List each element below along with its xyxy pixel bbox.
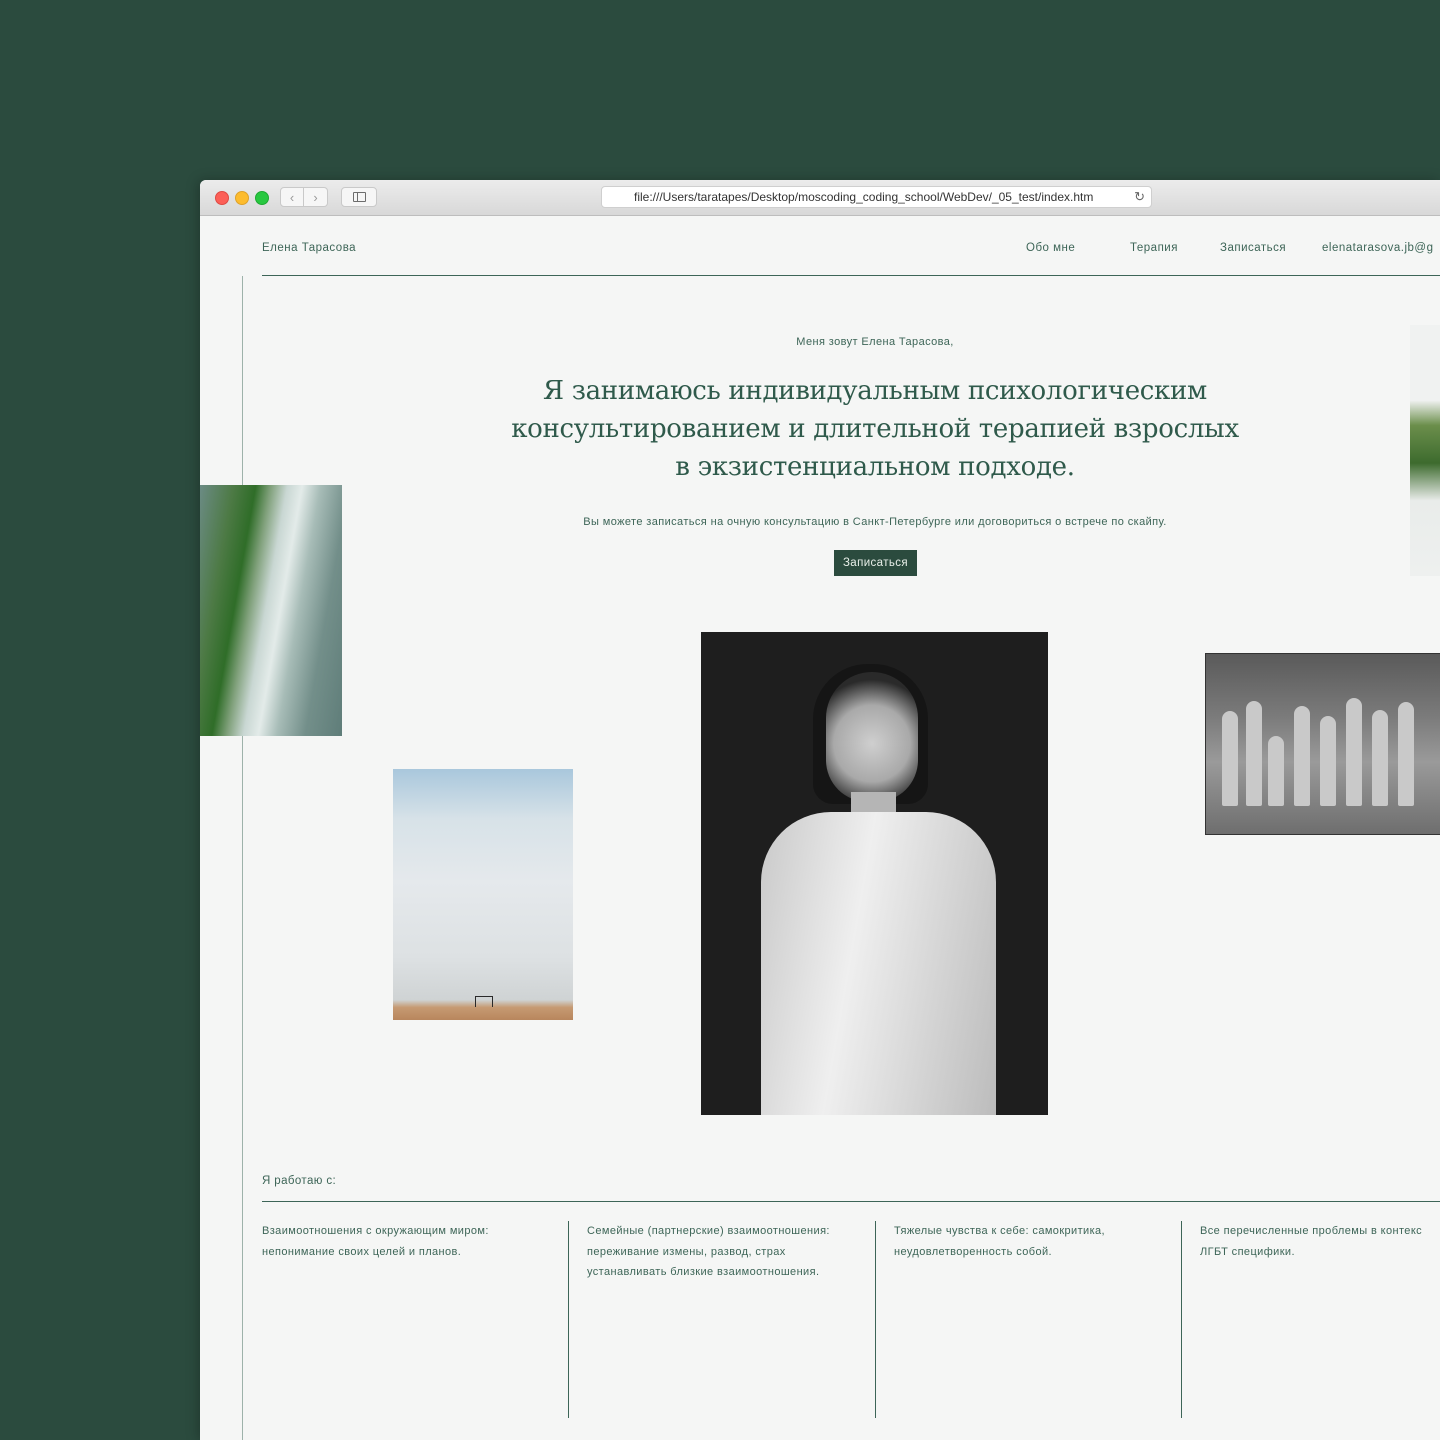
family-photo xyxy=(1205,653,1440,835)
close-window-button[interactable] xyxy=(215,191,229,205)
left-guide-line xyxy=(242,276,243,1440)
chevron-right-icon: › xyxy=(313,189,318,205)
zoom-window-button[interactable] xyxy=(255,191,269,205)
address-bar[interactable]: file:///Users/taratapes/Desktop/moscodin… xyxy=(601,186,1152,208)
family-figure xyxy=(1268,736,1284,806)
column-divider xyxy=(875,1221,876,1418)
header-divider xyxy=(262,275,1440,276)
column-divider xyxy=(568,1221,569,1418)
family-figure xyxy=(1320,716,1336,806)
works-column: Семейные (партнерские) взаимоотношения: … xyxy=(587,1221,857,1283)
browser-titlebar: ‹ › file:///Users/taratapes/Desktop/mosc… xyxy=(200,180,1440,216)
browser-window: ‹ › file:///Users/taratapes/Desktop/mosc… xyxy=(200,180,1440,1440)
works-line-text: Все перечисленные проблемы в контекс xyxy=(1200,1225,1423,1237)
sidebar-toggle-button[interactable] xyxy=(341,187,377,207)
hero-subtext: Вы можете записаться на очную консультац… xyxy=(583,516,1167,528)
column-divider xyxy=(1181,1221,1182,1418)
family-figure xyxy=(1398,702,1414,806)
nav-email[interactable]: elenatarasova.jb@g xyxy=(1322,242,1433,254)
works-line-text: переживание измены, развод, страх xyxy=(587,1245,786,1258)
family-figure xyxy=(1246,701,1262,806)
reload-icon[interactable]: ↻ xyxy=(1134,187,1145,207)
url-text: file:///Users/taratapes/Desktop/moscodin… xyxy=(634,190,1094,204)
chevron-left-icon: ‹ xyxy=(289,189,295,205)
minimize-window-button[interactable] xyxy=(235,191,249,205)
headline-line: в экзистенциальном подходе. xyxy=(675,452,1075,482)
nav-signup[interactable]: Записаться xyxy=(1220,242,1286,254)
family-figure xyxy=(1346,698,1362,806)
sky-photo xyxy=(393,769,573,1020)
forward-button[interactable]: › xyxy=(304,187,328,207)
family-figure xyxy=(1294,706,1310,806)
works-line-text: Взаимоотношения с окружающим миром: xyxy=(262,1225,489,1237)
site-brand[interactable]: Елена Тарасова xyxy=(262,242,356,254)
works-line-text: ЛГБТ специфики. xyxy=(1200,1245,1295,1258)
portrait-face-shape xyxy=(826,672,918,802)
family-figure xyxy=(1372,710,1388,806)
portrait-shirt-shape xyxy=(761,812,996,1115)
works-line-text: Тяжелые чувства к себе: самокритика, xyxy=(894,1225,1106,1237)
back-button[interactable]: ‹ xyxy=(280,187,304,207)
hero-headline: Я занимаюсь индивидуальным психологическ… xyxy=(500,372,1250,486)
works-line-text: Семейные (партнерские) взаимоотношения: xyxy=(587,1225,830,1237)
intro-text: Меня зовут Елена Тарасова, xyxy=(796,336,954,348)
works-column: Все перечисленные проблемы в контекс ЛГБ… xyxy=(1200,1221,1440,1262)
nav-about[interactable]: Обо мне xyxy=(1026,242,1075,254)
sidebar-icon xyxy=(353,192,366,202)
works-line-text: непонимание своих целей и планов. xyxy=(262,1245,462,1258)
works-column: Взаимоотношения с окружающим миром: непо… xyxy=(262,1221,532,1262)
leaf-photo-right xyxy=(1410,325,1440,576)
headline-line: Я занимаюсь индивидуальным психологическ… xyxy=(543,376,1207,406)
works-divider xyxy=(262,1201,1440,1202)
family-figure xyxy=(1222,711,1238,806)
beach-frame-shape xyxy=(475,996,493,1007)
nav-therapy[interactable]: Терапия xyxy=(1130,242,1178,254)
signup-button[interactable]: Записаться xyxy=(834,550,917,576)
works-label: Я работаю с: xyxy=(262,1175,337,1187)
leaf-photo-left xyxy=(200,485,342,736)
headline-line: консультированием и длительной терапией … xyxy=(511,414,1239,444)
works-column: Тяжелые чувства к себе: самокритика, неу… xyxy=(894,1221,1164,1262)
portrait-photo xyxy=(701,632,1048,1115)
works-line-text: неудовлетворенность собой. xyxy=(894,1245,1052,1258)
works-line-text: устанавливать близкие взаимоотношения. xyxy=(587,1266,820,1278)
